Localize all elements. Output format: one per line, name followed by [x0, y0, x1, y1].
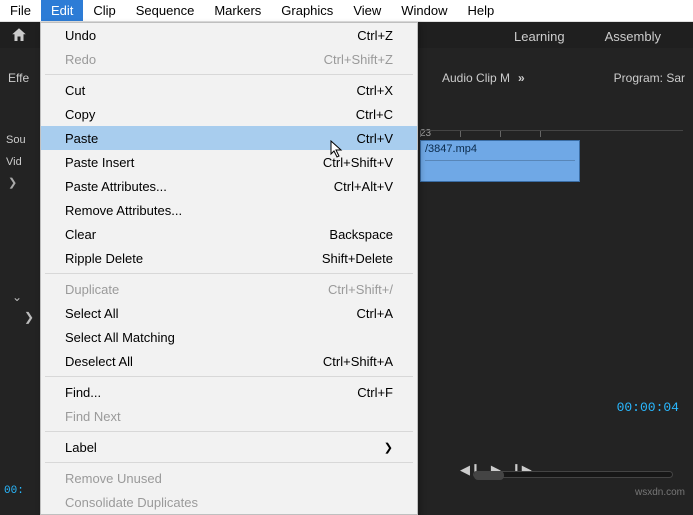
menu-item-label: Copy: [65, 107, 95, 122]
menubar: File Edit Clip Sequence Markers Graphics…: [0, 0, 693, 22]
menu-item-label: Label: [65, 440, 97, 455]
menu-item-undo[interactable]: Undo Ctrl+Z: [41, 23, 417, 47]
menu-item-label: Undo: [65, 28, 96, 43]
menu-item-label: Ripple Delete: [65, 251, 143, 266]
menu-file[interactable]: File: [0, 0, 41, 21]
expand-row-icon[interactable]: ❯: [8, 176, 17, 189]
watermark: wsxdn.com: [635, 487, 685, 498]
menu-item-deselect-all[interactable]: Deselect All Ctrl+Shift+A: [41, 349, 417, 373]
menu-separator: [45, 376, 413, 377]
menu-separator: [45, 431, 413, 432]
menu-item-remove-unused: Remove Unused: [41, 466, 417, 490]
menu-item-label: Redo: [65, 52, 96, 67]
submenu-chevron-icon: ❯: [384, 441, 393, 454]
menu-help[interactable]: Help: [458, 0, 505, 21]
menu-item-shortcut: Ctrl+C: [356, 107, 393, 122]
menu-item-label: Paste: [65, 131, 98, 146]
menu-item-label: Find Next: [65, 409, 121, 424]
menu-item-label[interactable]: Label ❯: [41, 435, 417, 459]
edit-dropdown: UndoCtrl+ZRedoCtrl+Shift+ZCutCtrl+XCopyC…: [40, 22, 418, 515]
menu-item-clear[interactable]: Clear Backspace: [41, 222, 417, 246]
audio-clip-mixer-tab[interactable]: Audio Clip M »: [440, 67, 527, 89]
menu-item-shortcut: Ctrl+Shift+A: [323, 354, 393, 369]
menu-item-shortcut: Ctrl+X: [357, 83, 393, 98]
menu-item-shortcut: Ctrl+V: [357, 131, 393, 146]
menu-item-duplicate: Duplicate Ctrl+Shift+/: [41, 277, 417, 301]
menu-item-shortcut: Ctrl+A: [357, 306, 393, 321]
menu-item-shortcut: Backspace: [329, 227, 393, 242]
menu-item-paste-insert[interactable]: Paste Insert Ctrl+Shift+V: [41, 150, 417, 174]
menu-item-paste-attributes[interactable]: Paste Attributes... Ctrl+Alt+V: [41, 174, 417, 198]
menu-item-ripple-delete[interactable]: Ripple Delete Shift+Delete: [41, 246, 417, 270]
effects-panel-tab[interactable]: Effe: [4, 67, 33, 89]
workspace-learning[interactable]: Learning: [494, 22, 585, 52]
menu-separator: [45, 74, 413, 75]
menu-sequence[interactable]: Sequence: [126, 0, 205, 21]
chevron-down-icon: ⌄: [12, 290, 22, 304]
menu-item-label: Paste Insert: [65, 155, 134, 170]
menu-window[interactable]: Window: [391, 0, 457, 21]
timeline-ruler[interactable]: [420, 130, 683, 140]
menu-graphics[interactable]: Graphics: [271, 0, 343, 21]
menu-item-label: Select All Matching: [65, 330, 175, 345]
zoom-scrollbar[interactable]: [473, 471, 673, 478]
menu-item-select-all[interactable]: Select All Ctrl+A: [41, 301, 417, 325]
timeline-clip[interactable]: /3847.mp4: [420, 140, 580, 182]
menu-item-copy[interactable]: Copy Ctrl+C: [41, 102, 417, 126]
video-section-label: Vid: [4, 154, 24, 170]
menu-item-label: Duplicate: [65, 282, 119, 297]
menu-item-shortcut: Ctrl+Shift+/: [328, 282, 393, 297]
menu-item-shortcut: Shift+Delete: [322, 251, 393, 266]
menu-item-label: Deselect All: [65, 354, 133, 369]
menu-separator: [45, 273, 413, 274]
menu-markers[interactable]: Markers: [204, 0, 271, 21]
overflow-chevron-icon[interactable]: »: [518, 71, 525, 85]
source-panel-label: Sou: [4, 132, 28, 148]
menu-edit[interactable]: Edit: [41, 0, 83, 21]
menu-item-label: Cut: [65, 83, 85, 98]
menu-item-shortcut: Ctrl+F: [357, 385, 393, 400]
sequence-timecode[interactable]: 00:: [4, 485, 24, 497]
clip-video-track: /3847.mp4: [425, 143, 575, 161]
menu-item-label: Consolidate Duplicates: [65, 495, 198, 510]
menu-item-remove-attributes[interactable]: Remove Attributes...: [41, 198, 417, 222]
menu-item-shortcut: Ctrl+Alt+V: [334, 179, 393, 194]
audio-clip-label: Audio Clip M: [442, 71, 510, 85]
program-timecode[interactable]: 00:00:04: [617, 400, 679, 415]
menu-item-shortcut: Ctrl+Shift+Z: [324, 52, 393, 67]
project-tree-child[interactable]: ❯: [24, 310, 34, 324]
menu-item-label: Remove Attributes...: [65, 203, 182, 218]
menu-item-label: Paste Attributes...: [65, 179, 167, 194]
menu-item-cut[interactable]: Cut Ctrl+X: [41, 78, 417, 102]
menu-item-find[interactable]: Find... Ctrl+F: [41, 380, 417, 404]
menu-item-label: Remove Unused: [65, 471, 162, 486]
home-icon[interactable]: [10, 26, 28, 44]
menu-item-shortcut: Ctrl+Shift+V: [323, 155, 393, 170]
workspace-assembly[interactable]: Assembly: [585, 22, 681, 52]
menu-item-select-all-matching[interactable]: Select All Matching: [41, 325, 417, 349]
menu-item-label: Select All: [65, 306, 118, 321]
menu-item-find-next: Find Next: [41, 404, 417, 428]
menu-item-consolidate-duplicates: Consolidate Duplicates: [41, 490, 417, 514]
program-monitor-tab[interactable]: Program: Sar: [612, 67, 687, 89]
menu-item-shortcut: Ctrl+Z: [357, 28, 393, 43]
menu-separator: [45, 462, 413, 463]
workspace-tabs: Learning Assembly: [494, 22, 681, 52]
menu-item-label: Clear: [65, 227, 96, 242]
menu-item-label: Find...: [65, 385, 101, 400]
zoom-thumb[interactable]: [474, 471, 504, 480]
menu-item-paste[interactable]: Paste Ctrl+V: [41, 126, 417, 150]
menu-clip[interactable]: Clip: [83, 0, 125, 21]
menu-item-redo: Redo Ctrl+Shift+Z: [41, 47, 417, 71]
project-tree-expand[interactable]: ⌄: [12, 290, 22, 304]
menu-view[interactable]: View: [343, 0, 391, 21]
